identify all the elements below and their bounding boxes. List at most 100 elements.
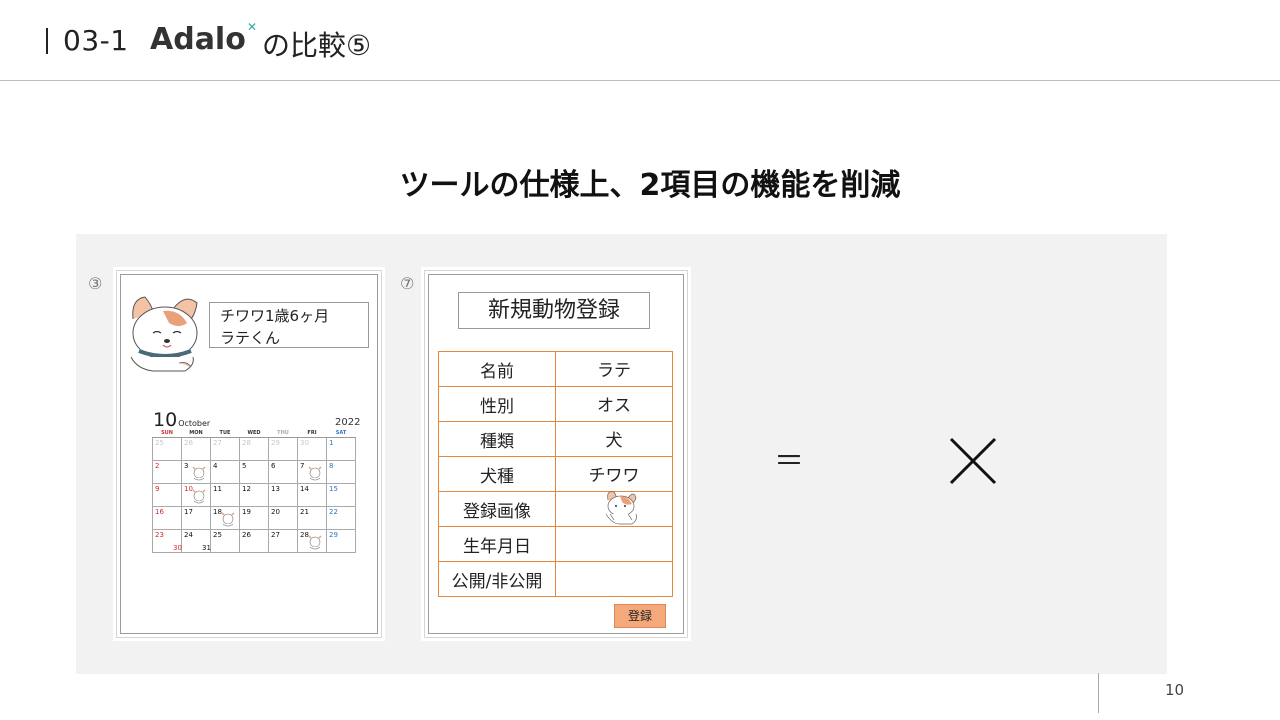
page-number: 10 <box>1165 681 1185 699</box>
calendar-day[interactable]: 28 <box>239 437 269 461</box>
calendar-day[interactable]: 27 <box>210 437 240 461</box>
register-form: 名前 ラテ 性別 オス 種類犬 犬種 チワワ 登録画像 生年月日 公開/非公開 <box>438 351 673 597</box>
form-row: 名前 ラテ <box>438 351 673 387</box>
calendar-day[interactable]: 22 <box>326 506 356 530</box>
month-number: 10 <box>153 409 178 431</box>
calendar-day[interactable]: 6 <box>268 460 298 484</box>
calendar-day[interactable]: 26 <box>239 529 269 553</box>
breed-field[interactable]: チワワ <box>555 456 673 492</box>
form-row: 生年月日 <box>438 526 673 562</box>
calendar-week: 16 17 18 19 20 21 22 <box>152 506 356 530</box>
calendar-day[interactable]: 23 30 <box>152 529 182 553</box>
adalo-logo: Adalo <box>150 22 246 57</box>
calendar-year: 2022 <box>335 417 361 428</box>
calendar-day[interactable]: 8 <box>326 460 356 484</box>
weekday-label: MON <box>181 429 211 438</box>
footer-divider <box>1098 673 1099 713</box>
day-number: 23 <box>155 531 164 539</box>
weekday-label: TUE <box>210 429 240 438</box>
field-label: 性別 <box>438 386 556 422</box>
field-label: 生年月日 <box>438 526 556 562</box>
screen-number-7: ⑦ <box>400 274 415 293</box>
dog-sticker-icon <box>221 512 235 527</box>
calendar-week: 2 3 4 5 6 7 8 <box>152 460 356 484</box>
profile-screen: チワワ1歳6ヶ月 ラテくん 10October 2022 SUN MON TUE… <box>116 270 382 638</box>
calendar-day[interactable]: 11 <box>210 483 240 507</box>
weekday-label: WED <box>239 429 269 438</box>
calendar-day[interactable]: 15 <box>326 483 356 507</box>
calendar-grid: SUN MON TUE WED THU FRI SAT 25 26 27 28 … <box>152 429 356 553</box>
content-panel: ③ チワワ1歳6ヶ月 ラテくん 10October 2022 SUN MON T… <box>76 234 1167 674</box>
field-label: 公開/非公開 <box>438 561 556 597</box>
calendar-day[interactable]: 27 <box>268 529 298 553</box>
calendar-day[interactable]: 20 <box>268 506 298 530</box>
visibility-field[interactable] <box>555 561 673 597</box>
equals-sign: ＝ <box>774 444 804 479</box>
calendar-day[interactable]: 10 <box>181 483 211 507</box>
header-title: の比較⑤ <box>262 29 372 62</box>
chihuahua-illustration <box>130 296 198 372</box>
weekday-label: SAT <box>326 429 356 438</box>
field-label: 名前 <box>438 351 556 387</box>
image-field[interactable] <box>555 491 673 527</box>
calendar-day[interactable]: 26 <box>181 437 211 461</box>
calendar-day[interactable]: 1 <box>326 437 356 461</box>
form-row: 登録画像 <box>438 491 673 527</box>
pet-name: ラテくん <box>220 329 281 347</box>
field-label: 登録画像 <box>438 491 556 527</box>
calendar-day[interactable]: 7 <box>297 460 327 484</box>
calendar-day[interactable]: 21 <box>297 506 327 530</box>
calendar-day[interactable]: 25 <box>210 529 240 553</box>
weekday-label: SUN <box>152 429 182 438</box>
day-number: 24 <box>184 531 193 539</box>
weekday-label: THU <box>268 429 298 438</box>
calendar-day[interactable]: 24 31 <box>181 529 211 553</box>
calendar-day[interactable]: 17 <box>181 506 211 530</box>
calendar-day[interactable]: 18 <box>210 506 240 530</box>
calendar-day[interactable]: 19 <box>239 506 269 530</box>
calendar-day[interactable]: 29 <box>326 529 356 553</box>
calendar-day[interactable]: 5 <box>239 460 269 484</box>
dog-sticker-icon <box>192 489 206 504</box>
register-screen: 新規動物登録 名前 ラテ 性別 オス 種類犬 犬種 チワワ 登録画像 生年月日 公開/… <box>424 270 688 638</box>
header-bar <box>46 28 48 54</box>
calendar-day[interactable]: 4 <box>210 460 240 484</box>
dog-sticker-icon <box>192 466 206 481</box>
slide-header: 03-1 Adalo ✕ の比較⑤ <box>0 0 1280 81</box>
calendar-month: 10October <box>153 409 210 431</box>
calendar-day[interactable]: 29 <box>268 437 298 461</box>
register-title: 新規動物登録 <box>458 292 650 329</box>
calendar-day[interactable]: 16 <box>152 506 182 530</box>
calendar-week: 23 30 24 31 25 26 27 28 29 <box>152 529 356 553</box>
slide-subtitle: ツールの仕様上、2項目の機能を削減 <box>399 168 901 203</box>
birthday-field[interactable] <box>555 526 673 562</box>
pet-breed-age: チワワ1歳6ヶ月 <box>220 307 330 325</box>
calendar-week: 9 10 11 12 13 14 15 <box>152 483 356 507</box>
section-number: 03-1 <box>63 24 129 57</box>
calendar-day[interactable]: 25 <box>152 437 182 461</box>
sex-field[interactable]: オス <box>555 386 673 422</box>
name-field[interactable]: ラテ <box>555 351 673 387</box>
calendar-day[interactable]: 2 <box>152 460 182 484</box>
day-number: 7 <box>300 462 305 470</box>
logo-spark-icon: ✕ <box>247 20 258 34</box>
day-number: 3 <box>184 462 189 470</box>
calendar-day[interactable]: 28 <box>297 529 327 553</box>
register-button[interactable]: 登録 <box>614 604 666 628</box>
month-name: October <box>178 419 211 428</box>
calendar-day[interactable]: 9 <box>152 483 182 507</box>
calendar-day[interactable]: 14 <box>297 483 327 507</box>
weekday-row: SUN MON TUE WED THU FRI SAT <box>152 429 356 438</box>
weekday-label: FRI <box>297 429 327 438</box>
calendar-day[interactable]: 13 <box>268 483 298 507</box>
dog-sticker-icon <box>308 466 322 481</box>
field-label: 犬種 <box>438 456 556 492</box>
dog-sticker-icon <box>308 535 322 550</box>
calendar-day[interactable]: 12 <box>239 483 269 507</box>
screen-number-3: ③ <box>88 274 103 293</box>
calendar-day[interactable]: 30 <box>297 437 327 461</box>
species-field[interactable]: 犬 <box>555 421 673 457</box>
pet-name-box: チワワ1歳6ヶ月 ラテくん <box>209 302 369 348</box>
calendar-day[interactable]: 3 <box>181 460 211 484</box>
form-row: 公開/非公開 <box>438 561 673 597</box>
